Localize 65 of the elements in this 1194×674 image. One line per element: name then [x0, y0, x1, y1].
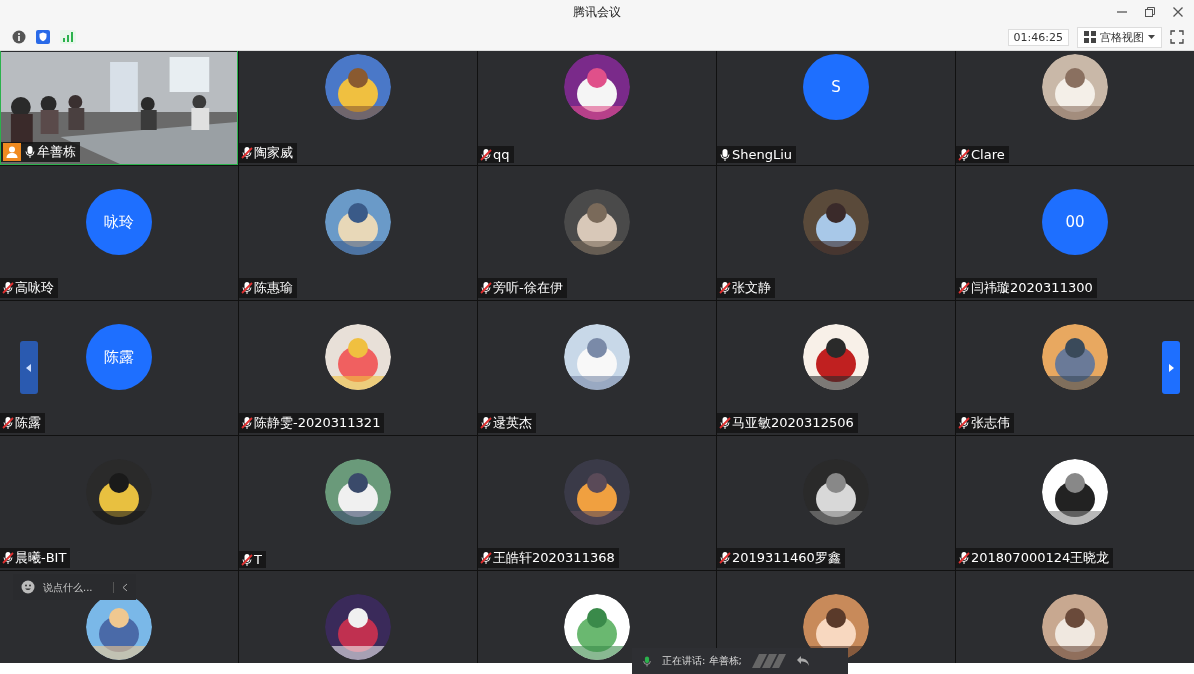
- participant-tile[interactable]: 00 闫祎璇2020311300: [956, 166, 1194, 300]
- participant-tile[interactable]: 陈惠瑜: [239, 166, 477, 300]
- participant-name: 高咏玲: [15, 279, 54, 297]
- next-page-button[interactable]: [1162, 341, 1180, 394]
- participant-name: 逯英杰: [493, 414, 532, 432]
- participant-name: 2019311460罗鑫: [732, 549, 841, 567]
- participant-tile[interactable]: 马亚敏2020312506: [717, 301, 955, 435]
- participant-name: 牟善栋: [37, 143, 76, 161]
- participant-tile[interactable]: 2019311460罗鑫: [717, 436, 955, 570]
- speaking-text: 正在讲话: 牟善栋;: [662, 654, 742, 668]
- left-arrow-icon: [26, 363, 32, 372]
- participant-tile[interactable]: 陈露 陈露: [0, 301, 238, 435]
- fullscreen-icon[interactable]: [1170, 30, 1184, 44]
- initials-avatar: 陈露: [86, 324, 152, 390]
- participant-name: Clare: [971, 147, 1005, 162]
- participant-tile[interactable]: 逯英杰: [478, 301, 716, 435]
- participant-tile[interactable]: Clare: [956, 51, 1194, 165]
- window-title: 腾讯会议: [573, 3, 621, 21]
- participant-tile[interactable]: T: [239, 436, 477, 570]
- participant-name: 闫祎璇2020311300: [971, 279, 1093, 297]
- previous-page-button[interactable]: [20, 341, 38, 394]
- participant-name: 陈露: [15, 414, 41, 432]
- participant-tile[interactable]: S ShengLiu: [717, 51, 955, 165]
- participant-tile[interactable]: 陈静雯-2020311321: [239, 301, 477, 435]
- initials-avatar: 咏玲: [86, 189, 152, 255]
- participant-name: 晨曦-BIT: [15, 549, 67, 567]
- participant-tile[interactable]: 王皓轩2020311368: [478, 436, 716, 570]
- shield-icon[interactable]: [36, 30, 50, 44]
- participant-tile[interactable]: 咏玲 高咏玲: [0, 166, 238, 300]
- collapse-icon[interactable]: [122, 582, 128, 592]
- participant-tile[interactable]: 张文静: [717, 166, 955, 300]
- meeting-timer: 01:46:25: [1007, 28, 1069, 46]
- grid-icon: [1084, 31, 1096, 43]
- participant-tile[interactable]: 201807000124王晓龙: [956, 436, 1194, 570]
- avatars-icon: [751, 654, 786, 668]
- participant-tile[interactable]: 旁听-徐在伊: [478, 166, 716, 300]
- participant-name: 张志伟: [971, 414, 1010, 432]
- close-icon[interactable]: [1172, 6, 1184, 18]
- participant-name: qq: [493, 147, 510, 162]
- participant-name: 张文静: [732, 279, 771, 297]
- caret-icon: [1148, 34, 1155, 40]
- initials-avatar: 00: [1042, 189, 1108, 255]
- emoji-icon[interactable]: [21, 580, 35, 594]
- view-mode-dropdown[interactable]: 宫格视图: [1077, 26, 1162, 48]
- participant-name: 陈惠瑜: [254, 279, 293, 297]
- right-arrow-icon: [1168, 363, 1174, 372]
- participant-tile[interactable]: qq: [478, 51, 716, 165]
- participant-tile[interactable]: 陶家威: [239, 51, 477, 165]
- participant-name: 201807000124王晓龙: [971, 549, 1110, 567]
- undo-icon[interactable]: [795, 655, 810, 667]
- info-icon[interactable]: [12, 30, 26, 44]
- mic-icon: [642, 654, 652, 668]
- participant-name: T: [254, 552, 262, 567]
- participant-name: 陶家威: [254, 144, 293, 162]
- initials-avatar: S: [803, 54, 869, 120]
- participant-name: ShengLiu: [732, 147, 793, 162]
- participant-name: 旁听-徐在伊: [493, 279, 563, 297]
- restore-icon[interactable]: [1144, 6, 1156, 18]
- chat-input-field[interactable]: 说点什么...: [43, 581, 114, 593]
- participant-tile[interactable]: 张志伟: [956, 301, 1194, 435]
- participant-name: 王皓轩2020311368: [493, 549, 615, 567]
- participant-name: 陈静雯-2020311321: [254, 414, 381, 432]
- participant-tile[interactable]: 晨曦-BIT: [0, 436, 238, 570]
- participant-name: 马亚敏2020312506: [732, 414, 854, 432]
- participant-tile[interactable]: 牟善栋: [0, 51, 238, 165]
